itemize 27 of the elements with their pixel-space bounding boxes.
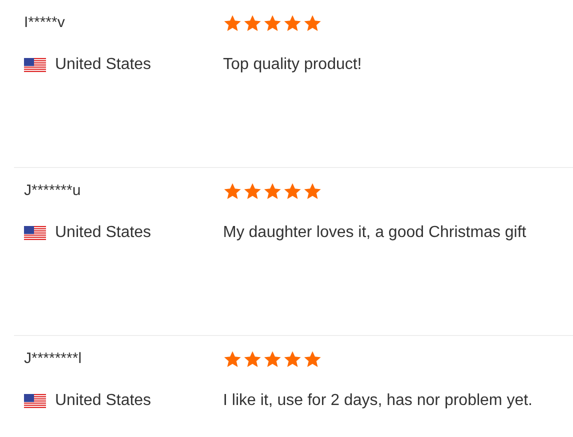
star-icon bbox=[283, 14, 302, 32]
review-text: I like it, use for 2 days, has nor problem yet. bbox=[223, 391, 532, 411]
star-icon bbox=[223, 182, 242, 200]
star-icon bbox=[243, 350, 262, 368]
star-icon bbox=[283, 182, 302, 200]
flag-icon bbox=[24, 58, 46, 72]
star-icon bbox=[263, 350, 282, 368]
star-icon bbox=[243, 182, 262, 200]
star-icon bbox=[263, 182, 282, 200]
star-icon bbox=[263, 14, 282, 32]
review-text: Top quality product! bbox=[223, 55, 362, 75]
reviewer-name: J********l bbox=[24, 349, 82, 369]
review-text: My daughter loves it, a good Christmas gift bbox=[223, 223, 526, 243]
star-icon bbox=[243, 14, 262, 32]
star-icon bbox=[303, 350, 322, 368]
country-label: United States bbox=[24, 390, 152, 412]
star-icon bbox=[303, 14, 322, 32]
reviewer-name: J*******u bbox=[24, 181, 81, 201]
star-icon bbox=[223, 14, 242, 32]
country-label: United States bbox=[24, 222, 152, 244]
star-icon bbox=[303, 182, 322, 200]
country-label: United States bbox=[24, 54, 152, 76]
star-icon bbox=[283, 350, 302, 368]
star-icon bbox=[223, 350, 242, 368]
flag-icon bbox=[24, 394, 46, 408]
flag-icon bbox=[24, 226, 46, 240]
reviewer-name: I*****v bbox=[24, 13, 65, 33]
